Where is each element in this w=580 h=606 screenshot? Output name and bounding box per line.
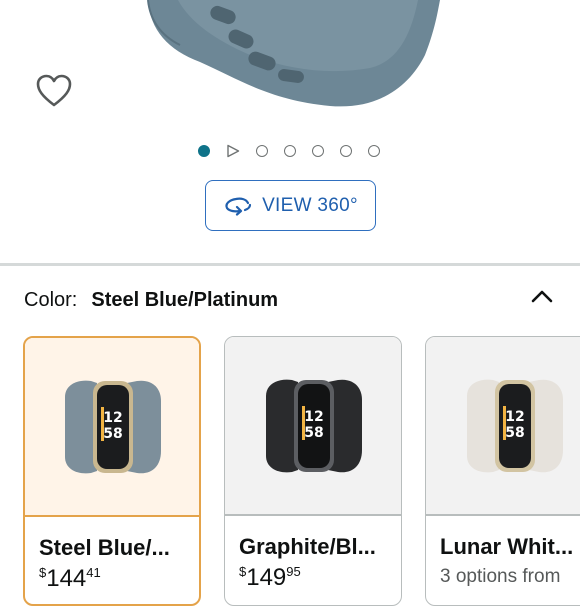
svg-text:12: 12 [505, 409, 524, 425]
color-option-name: Steel Blue/... [39, 534, 170, 560]
carousel-dot-active[interactable] [198, 145, 210, 157]
section-divider [0, 263, 580, 266]
chevron-up-icon[interactable] [530, 288, 554, 304]
svg-text:12: 12 [304, 409, 323, 425]
price-fraction: 95 [286, 563, 301, 579]
video-play-icon[interactable] [226, 144, 240, 158]
color-option-image: 12 58 [426, 337, 580, 514]
fitness-tracker-image: 12 58 [65, 380, 161, 473]
view-360-label: VIEW 360° [262, 194, 358, 216]
color-option-card-lunar-white[interactable]: 12 58 Lunar Whit... 3 options from [425, 336, 580, 606]
card-divider [25, 515, 199, 517]
wishlist-button[interactable] [34, 72, 74, 110]
svg-text:58: 58 [505, 425, 524, 441]
carousel-dot[interactable] [284, 145, 296, 157]
card-divider [426, 514, 580, 516]
carousel-dot[interactable] [312, 145, 324, 157]
selected-color-value: Steel Blue/Platinum [91, 288, 279, 311]
color-label: Color: [24, 288, 78, 311]
color-variation-header[interactable]: Color: Steel Blue/Platinum [24, 286, 554, 314]
carousel-dot[interactable] [368, 145, 380, 157]
view-360-button[interactable]: VIEW 360° [205, 180, 376, 231]
fitness-tracker-image: 12 58 [467, 379, 563, 472]
svg-text:58: 58 [304, 425, 323, 441]
color-option-card-graphite[interactable]: 12 58 Graphite/Bl... $14995 [224, 336, 402, 606]
price-fraction: 41 [86, 564, 101, 580]
color-option-image: 12 58 [225, 337, 401, 514]
color-option-price: $14441 [39, 565, 199, 593]
price-whole: 149 [246, 563, 287, 591]
svg-text:12: 12 [103, 410, 122, 426]
svg-text:58: 58 [103, 426, 122, 442]
color-option-card-steel-blue[interactable]: 12 58 Steel Blue/... $14441 [23, 336, 201, 606]
carousel-dot[interactable] [340, 145, 352, 157]
product-image-gallery[interactable]: VIEW 360° [0, 0, 580, 262]
color-option-name: Lunar Whit... [440, 533, 574, 559]
card-divider [225, 514, 401, 516]
rotate-360-icon [225, 197, 252, 216]
heart-outline-icon [36, 74, 72, 107]
price-whole: 144 [46, 564, 87, 592]
color-option-image: 12 58 [25, 338, 199, 515]
color-option-price: $14995 [239, 564, 401, 592]
color-option-name: Graphite/Bl... [239, 533, 376, 559]
product-image-band [147, 0, 440, 107]
fitness-tracker-image: 12 58 [266, 379, 362, 472]
carousel-dot[interactable] [256, 145, 268, 157]
color-option-availability: 3 options from [440, 565, 561, 587]
